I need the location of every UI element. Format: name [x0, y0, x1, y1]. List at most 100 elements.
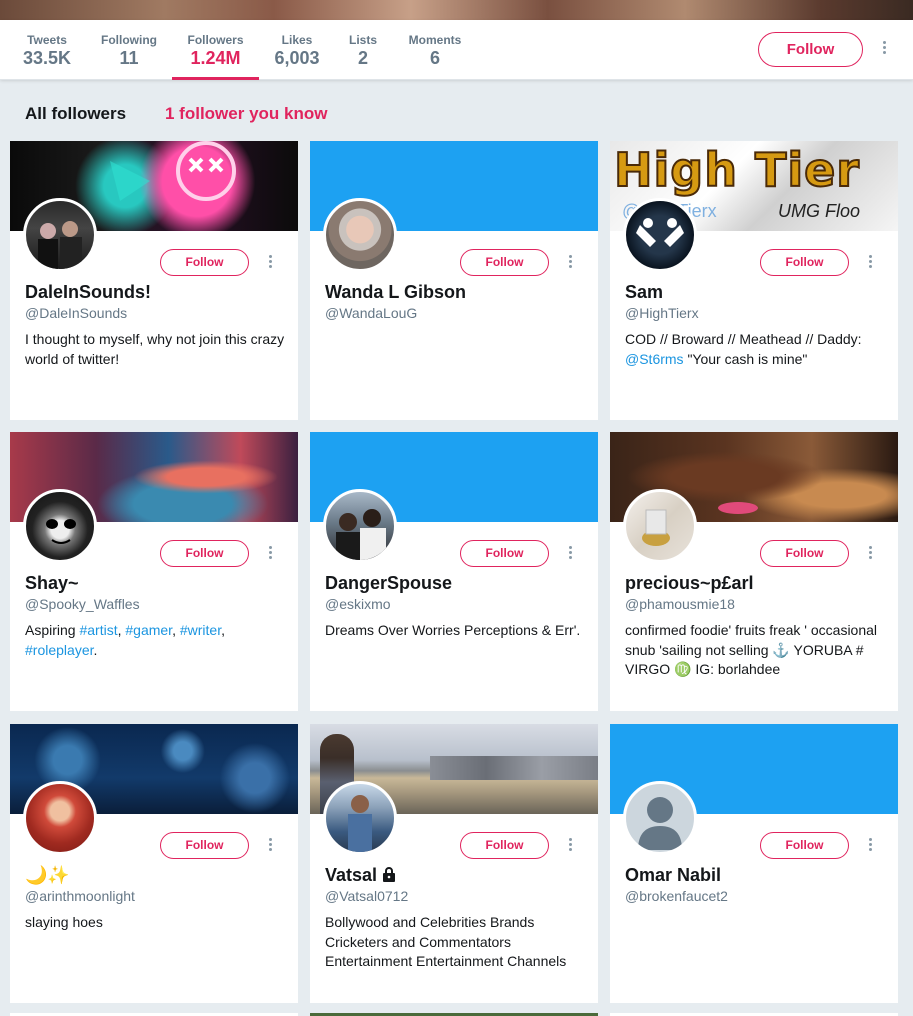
display-name-text: Vatsal: [325, 865, 378, 885]
follower-card[interactable]: Follow Vatsal @Vatsal0712 Bollywood and …: [310, 724, 598, 1003]
follow-button[interactable]: Follow: [160, 249, 249, 276]
follower-card[interactable]: Follow 🌙✨ @arinthmoonlight slaying hoes: [10, 724, 298, 1003]
follower-card[interactable]: Follow Omar Nabil @brokenfaucet2: [610, 724, 898, 1003]
group-photo-icon: [336, 509, 386, 560]
nav-following-count: 11: [119, 48, 139, 68]
avatar[interactable]: [623, 781, 697, 855]
nav-lists[interactable]: Lists 2: [343, 20, 383, 80]
bio-text: "Your cash is mine": [683, 350, 808, 367]
follower-card[interactable]: Follow Shay~ @Spooky_Waffles Aspiring #a…: [10, 432, 298, 711]
nav-likes-count: 6,003: [274, 48, 320, 68]
more-options-icon[interactable]: [867, 838, 873, 854]
follower-card[interactable]: High Tier @HighTierx UMG Floo Follow Sam…: [610, 141, 898, 420]
display-name[interactable]: Omar Nabil: [625, 865, 721, 886]
nav-lists-count: 2: [357, 48, 368, 68]
username[interactable]: @Spooky_Waffles: [25, 596, 140, 612]
display-name[interactable]: Sam: [625, 282, 663, 303]
bio-text: .: [93, 641, 98, 658]
more-options-icon[interactable]: [567, 838, 573, 854]
follow-button[interactable]: Follow: [160, 540, 249, 567]
nav-followers[interactable]: Followers 1.24M: [172, 20, 259, 80]
bio-text: Aspiring: [25, 622, 80, 638]
username[interactable]: @eskixmo: [325, 596, 391, 612]
jewelry-photo-icon: [642, 509, 670, 546]
display-name[interactable]: Wanda L Gibson: [325, 282, 466, 303]
follow-button[interactable]: Follow: [760, 832, 849, 859]
avatar[interactable]: [23, 489, 97, 563]
avatar[interactable]: [323, 781, 397, 855]
profile-header-image: [0, 0, 913, 20]
display-name[interactable]: DaleInSounds!: [25, 282, 151, 303]
more-options-icon[interactable]: [267, 255, 273, 271]
more-options-icon[interactable]: [567, 255, 573, 271]
username[interactable]: @arinthmoonlight: [25, 888, 135, 904]
avatar[interactable]: [323, 198, 397, 272]
nav-moments-label: Moments: [408, 33, 462, 47]
display-name[interactable]: 🌙✨: [25, 865, 70, 886]
nav-moments-count: 6: [429, 48, 440, 68]
display-name[interactable]: DangerSpouse: [325, 573, 452, 594]
follow-button[interactable]: Follow: [760, 249, 849, 276]
username[interactable]: @brokenfaucet2: [625, 888, 728, 904]
more-options-icon[interactable]: [267, 546, 273, 562]
nav-moments[interactable]: Moments 6: [404, 20, 466, 80]
follow-button[interactable]: Follow: [760, 540, 849, 567]
avatar[interactable]: [23, 781, 97, 855]
nav-followers-label: Followers: [187, 33, 244, 47]
avatar[interactable]: [623, 489, 697, 563]
hashtag-link[interactable]: #gamer: [125, 622, 172, 638]
bio-mention-link[interactable]: @St6rms: [625, 351, 684, 367]
follow-button[interactable]: Follow: [160, 832, 249, 859]
username[interactable]: @WandaLouG: [325, 305, 417, 321]
follower-card[interactable]: Follow Wanda L Gibson @WandaLouG: [310, 141, 598, 420]
lock-icon: [383, 867, 396, 882]
bio: Bollywood and Celebrities Brands Cricket…: [325, 914, 567, 969]
nav-following-label: Following: [101, 33, 157, 47]
username[interactable]: @phamousmie18: [625, 596, 735, 612]
display-name[interactable]: precious~p£arl: [625, 573, 754, 594]
profile-nav: Tweets 33.5K Following 11 Followers 1.24…: [0, 20, 913, 80]
face-icon: [46, 519, 76, 544]
hashtag-link[interactable]: #roleplayer: [25, 642, 94, 658]
hashtag-link[interactable]: #artist: [79, 622, 117, 638]
nav-tweets[interactable]: Tweets 33.5K: [20, 20, 74, 80]
lips-detail: [718, 502, 758, 514]
follower-card[interactable]: Follow DangerSpouse @eskixmo Dreams Over…: [310, 432, 598, 711]
display-name[interactable]: Shay~: [25, 573, 79, 594]
bio: COD // Broward // Meathead // Daddy: @St…: [625, 330, 887, 369]
more-options-icon[interactable]: [881, 41, 887, 57]
more-options-icon[interactable]: [567, 546, 573, 562]
filter-all-followers[interactable]: All followers: [25, 104, 126, 124]
profile-follow-button[interactable]: Follow: [758, 32, 863, 67]
more-options-icon[interactable]: [867, 546, 873, 562]
username[interactable]: @DaleInSounds: [25, 305, 127, 321]
follower-card[interactable]: Follow DaleInSounds! @DaleInSounds I tho…: [10, 141, 298, 420]
portrait-icon: [348, 795, 372, 852]
display-name[interactable]: Vatsal: [325, 865, 397, 886]
nav-likes[interactable]: Likes 6,003: [270, 20, 324, 80]
more-options-icon[interactable]: [867, 255, 873, 271]
follow-button[interactable]: Follow: [460, 540, 549, 567]
follower-card[interactable]: Follow precious~p£arl @phamousmie18 conf…: [610, 432, 898, 711]
banner-logo: UMG Floo: [778, 201, 861, 221]
filter-followers-you-know[interactable]: 1 follower you know: [165, 104, 327, 124]
nav-tweets-label: Tweets: [27, 33, 67, 47]
bio-text: ,: [221, 622, 225, 638]
pistols-logo-icon: [636, 218, 684, 247]
bio-text: COD // Broward // Meathead // Daddy:: [625, 331, 862, 347]
bio: I thought to myself, why not join this c…: [25, 331, 285, 367]
more-options-icon[interactable]: [267, 838, 273, 854]
follow-button[interactable]: Follow: [460, 832, 549, 859]
avatar[interactable]: [323, 489, 397, 563]
nav-lists-label: Lists: [348, 33, 377, 47]
username[interactable]: @HighTierx: [625, 305, 699, 321]
nav-following[interactable]: Following 11: [100, 20, 158, 80]
nav-tweets-count: 33.5K: [22, 48, 72, 68]
avatar[interactable]: [23, 198, 97, 272]
username[interactable]: @Vatsal0712: [325, 888, 408, 904]
avatar[interactable]: [623, 198, 697, 272]
hashtag-link[interactable]: #writer: [180, 622, 221, 638]
follow-button[interactable]: Follow: [460, 249, 549, 276]
bio: Aspiring #artist, #gamer, #writer, #role…: [25, 621, 287, 660]
bio: slaying hoes: [25, 914, 103, 930]
